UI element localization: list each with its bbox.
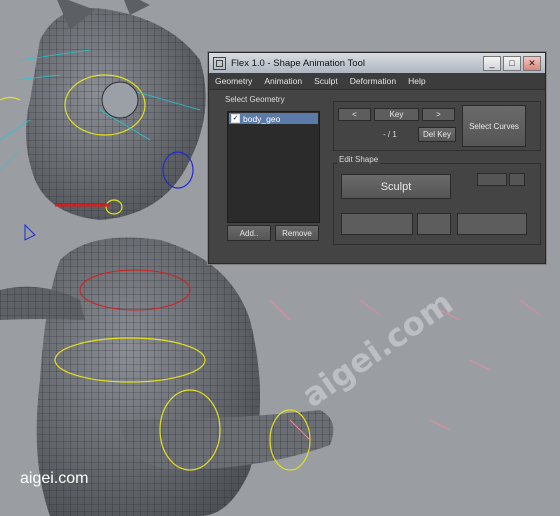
sculpt-value-field[interactable] bbox=[477, 173, 507, 186]
sculpt-slider-field[interactable] bbox=[509, 173, 525, 186]
menu-animation[interactable]: Animation bbox=[264, 76, 302, 86]
next-key-button[interactable]: > bbox=[422, 108, 455, 121]
shape-action-button-3[interactable] bbox=[457, 213, 527, 235]
add-geometry-button[interactable]: Add.. bbox=[227, 225, 271, 241]
window-title: Flex 1.0 - Shape Animation Tool bbox=[231, 57, 365, 69]
select-curves-button[interactable]: Select Curves bbox=[462, 105, 526, 147]
app-window-icon bbox=[213, 56, 226, 70]
menu-geometry[interactable]: Geometry bbox=[215, 76, 252, 86]
key-count: - / 1 bbox=[383, 130, 397, 139]
close-button[interactable]: ✕ bbox=[523, 55, 541, 71]
window-titlebar[interactable]: Flex 1.0 - Shape Animation Tool _ □ ✕ bbox=[209, 53, 545, 73]
menu-help[interactable]: Help bbox=[408, 76, 425, 86]
prev-key-button[interactable]: < bbox=[338, 108, 371, 121]
select-geometry-label: Select Geometry bbox=[225, 95, 285, 104]
geometry-list[interactable]: ✓ body_geo bbox=[227, 111, 320, 223]
remove-geometry-button[interactable]: Remove bbox=[275, 225, 319, 241]
key-button[interactable]: Key bbox=[374, 108, 419, 121]
menu-sculpt[interactable]: Sculpt bbox=[314, 76, 338, 86]
flex-shape-animation-window: Flex 1.0 - Shape Animation Tool _ □ ✕ Ge… bbox=[208, 52, 546, 264]
maximize-button[interactable]: □ bbox=[503, 55, 521, 71]
sculpt-button[interactable]: Sculpt bbox=[341, 174, 451, 199]
list-item[interactable]: ✓ body_geo bbox=[229, 113, 318, 124]
menu-bar: Geometry Animation Sculpt Deformation He… bbox=[209, 73, 545, 90]
edit-shape-label: Edit Shape bbox=[337, 155, 381, 164]
menu-deformation[interactable]: Deformation bbox=[350, 76, 396, 86]
minimize-button[interactable]: _ bbox=[483, 55, 501, 71]
shape-action-button-1[interactable] bbox=[341, 213, 413, 235]
shape-action-button-2[interactable] bbox=[417, 213, 451, 235]
checkbox[interactable]: ✓ bbox=[231, 114, 240, 123]
geometry-name: body_geo bbox=[243, 113, 281, 124]
del-key-button[interactable]: Del Key bbox=[418, 127, 456, 142]
